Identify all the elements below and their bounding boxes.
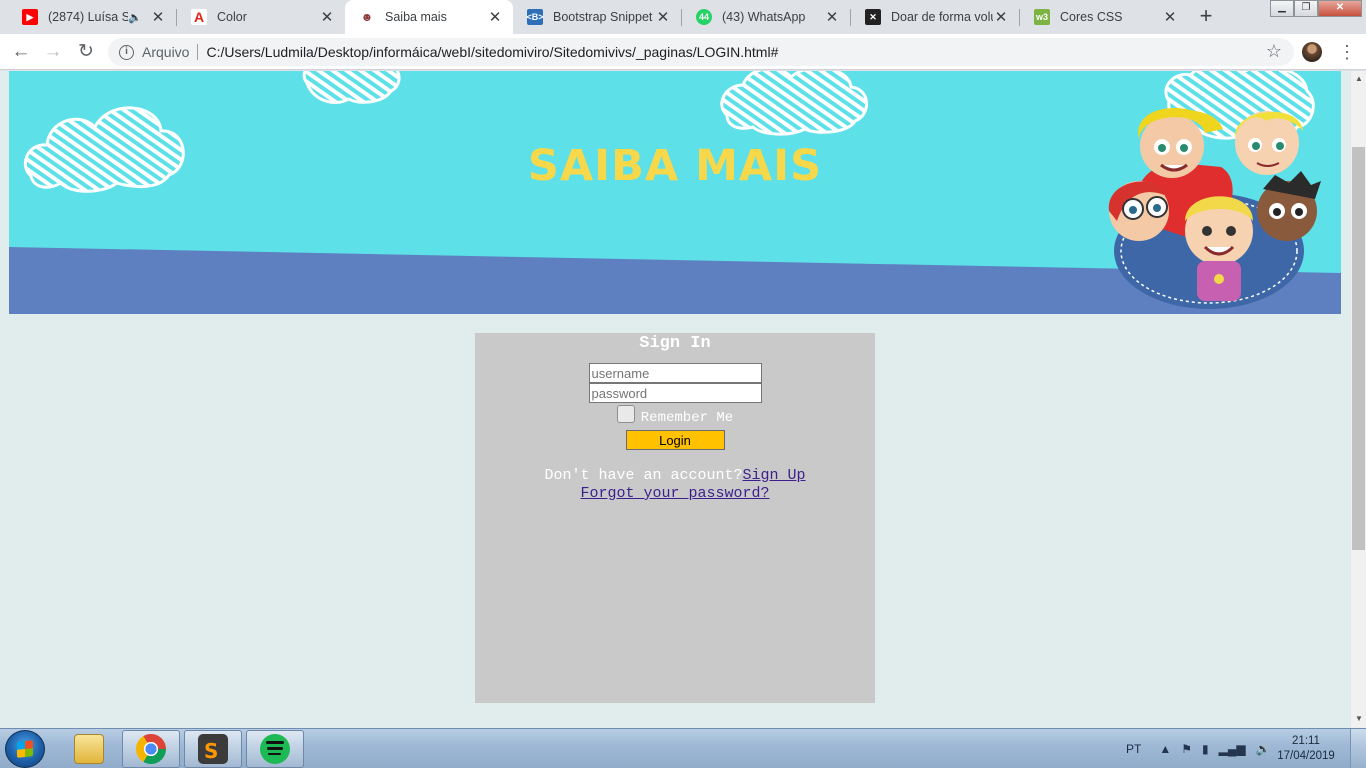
- star-icon[interactable]: ☆: [1266, 41, 1282, 62]
- tab-title: (43) WhatsApp: [722, 10, 806, 24]
- system-tray: PT ▲ ⚑ ▮ ▂▄▆ 🔊: [1118, 729, 1271, 768]
- tab-doar[interactable]: ✕ Doar de forma volu ✕: [851, 0, 1019, 34]
- chrome-icon: [136, 734, 166, 764]
- scroll-down-icon[interactable]: ▼: [1351, 712, 1366, 726]
- close-icon[interactable]: ✕: [487, 8, 503, 26]
- new-tab-button[interactable]: +: [1193, 4, 1219, 30]
- no-account-text: Don't have an account?: [544, 467, 743, 484]
- folder-icon: [74, 734, 104, 764]
- signin-panel: Sign In Remember Me Login Don't have an …: [475, 333, 875, 703]
- clock-time: 21:11: [1292, 735, 1320, 747]
- avatar[interactable]: [1302, 42, 1322, 62]
- close-icon[interactable]: ✕: [993, 8, 1009, 26]
- page-scrollbar[interactable]: ▲ ▼: [1350, 71, 1366, 728]
- close-icon[interactable]: ✕: [319, 8, 335, 26]
- chrome-taskbar-item[interactable]: [122, 730, 180, 768]
- tab-color[interactable]: A Color ✕: [177, 0, 345, 34]
- close-window-button[interactable]: ✕: [1318, 0, 1362, 17]
- browser-toolbar: ← → ↻ i Arquivo C:/Users/Ludmila/Desktop…: [0, 34, 1366, 70]
- tab-title: Color: [217, 10, 247, 24]
- tab-cores-css[interactable]: w3 Cores CSS ✕: [1020, 0, 1188, 34]
- close-icon[interactable]: ✕: [655, 8, 671, 26]
- sublime-text-icon: S: [198, 734, 228, 764]
- forgot-password-link[interactable]: Forgot your password?: [580, 485, 769, 502]
- whatsapp-icon: 44: [696, 9, 712, 25]
- speaker-icon[interactable]: 🔈: [128, 11, 142, 24]
- show-hidden-icons-icon[interactable]: ▲: [1159, 742, 1171, 756]
- maximize-button[interactable]: ❐: [1294, 0, 1318, 17]
- start-button[interactable]: [5, 730, 45, 768]
- scrollbar-thumb[interactable]: [1352, 147, 1365, 550]
- kids-icon: ☻: [359, 9, 375, 25]
- remember-me-row: Remember Me: [475, 405, 875, 426]
- close-icon[interactable]: ✕: [150, 8, 166, 26]
- tab-title: Cores CSS: [1060, 10, 1123, 24]
- banner-artwork: [9, 71, 1341, 314]
- signin-heading: Sign In: [639, 334, 711, 353]
- close-icon[interactable]: ✕: [1162, 8, 1178, 26]
- close-icon[interactable]: ✕: [824, 8, 840, 26]
- cloud-icon: [302, 71, 401, 104]
- tab-title: (2874) Luísa So: [48, 10, 129, 24]
- cloud-icon: [720, 71, 868, 136]
- signup-link[interactable]: Sign Up: [743, 467, 806, 484]
- tab-strip: ▶ (2874) Luísa So 🔈 ✕ A Color ✕ ☻ Saiba …: [0, 0, 1366, 34]
- action-center-icon[interactable]: ⚑: [1181, 742, 1192, 756]
- window-controls: ▁ ❐ ✕: [1270, 0, 1362, 18]
- scheme-label: Arquivo: [142, 44, 190, 60]
- menu-icon[interactable]: ⋮: [1338, 40, 1356, 64]
- back-button[interactable]: ←: [9, 40, 33, 64]
- forward-button[interactable]: →: [41, 40, 65, 64]
- tab-saiba-mais[interactable]: ☻ Saiba mais ✕: [345, 0, 513, 34]
- info-icon[interactable]: i: [119, 44, 134, 60]
- tab-whatsapp[interactable]: 44 (43) WhatsApp ✕: [682, 0, 850, 34]
- w3schools-icon: w3: [1034, 9, 1050, 25]
- tab-bootstrap[interactable]: <B> Bootstrap Snippet E ✕: [513, 0, 681, 34]
- remember-me-label: Remember Me: [640, 410, 734, 426]
- tab-title: Bootstrap Snippet E: [553, 10, 655, 24]
- adobe-icon: A: [191, 9, 207, 25]
- page-title: SAIBA MAIS: [527, 141, 823, 191]
- page-banner: SAIBA MAIS: [9, 71, 1341, 314]
- sublime-taskbar-item[interactable]: S: [184, 730, 242, 768]
- language-indicator[interactable]: PT: [1126, 742, 1141, 756]
- account-links: Don't have an account?Sign Up Forgot you…: [475, 467, 875, 503]
- explorer-taskbar-item[interactable]: [60, 730, 118, 768]
- spotify-icon: [260, 734, 290, 764]
- password-input[interactable]: [588, 383, 762, 403]
- address-bar[interactable]: i Arquivo C:/Users/Ludmila/Desktop/infor…: [108, 38, 1294, 66]
- bootstrap-icon: <B>: [527, 9, 544, 25]
- network-icon[interactable]: ▂▄▆: [1219, 742, 1246, 756]
- omnibox-divider: [197, 44, 199, 60]
- username-input[interactable]: [588, 363, 762, 383]
- clock[interactable]: 21:11 17/04/2019: [1276, 734, 1336, 764]
- volume-icon[interactable]: 🔊: [1256, 742, 1271, 756]
- youtube-icon: ▶: [22, 9, 38, 25]
- page-viewport: SAIBA MAIS Sign In Remember Me Login Don…: [0, 71, 1350, 728]
- envelope-icon: ✕: [865, 9, 881, 25]
- minimize-button[interactable]: ▁: [1270, 0, 1294, 17]
- show-desktop-button[interactable]: [1350, 729, 1366, 768]
- tab-title: Doar de forma volu: [891, 10, 993, 24]
- clock-date: 17/04/2019: [1277, 750, 1335, 762]
- login-button[interactable]: Login: [625, 430, 725, 450]
- power-icon[interactable]: ▮: [1202, 742, 1209, 756]
- tab-title: Saiba mais: [385, 10, 447, 24]
- tab-youtube[interactable]: ▶ (2874) Luísa So 🔈 ✕: [8, 0, 176, 34]
- windows-taskbar: S PT ▲ ⚑ ▮ ▂▄▆ 🔊 21:11 17/04/2019: [0, 728, 1366, 768]
- url-text[interactable]: C:/Users/Ludmila/Desktop/informáica/webI…: [206, 44, 778, 60]
- spotify-taskbar-item[interactable]: [246, 730, 304, 768]
- scroll-up-icon[interactable]: ▲: [1351, 72, 1366, 86]
- remember-me-checkbox[interactable]: [616, 405, 635, 423]
- reload-button[interactable]: ↻: [74, 40, 98, 64]
